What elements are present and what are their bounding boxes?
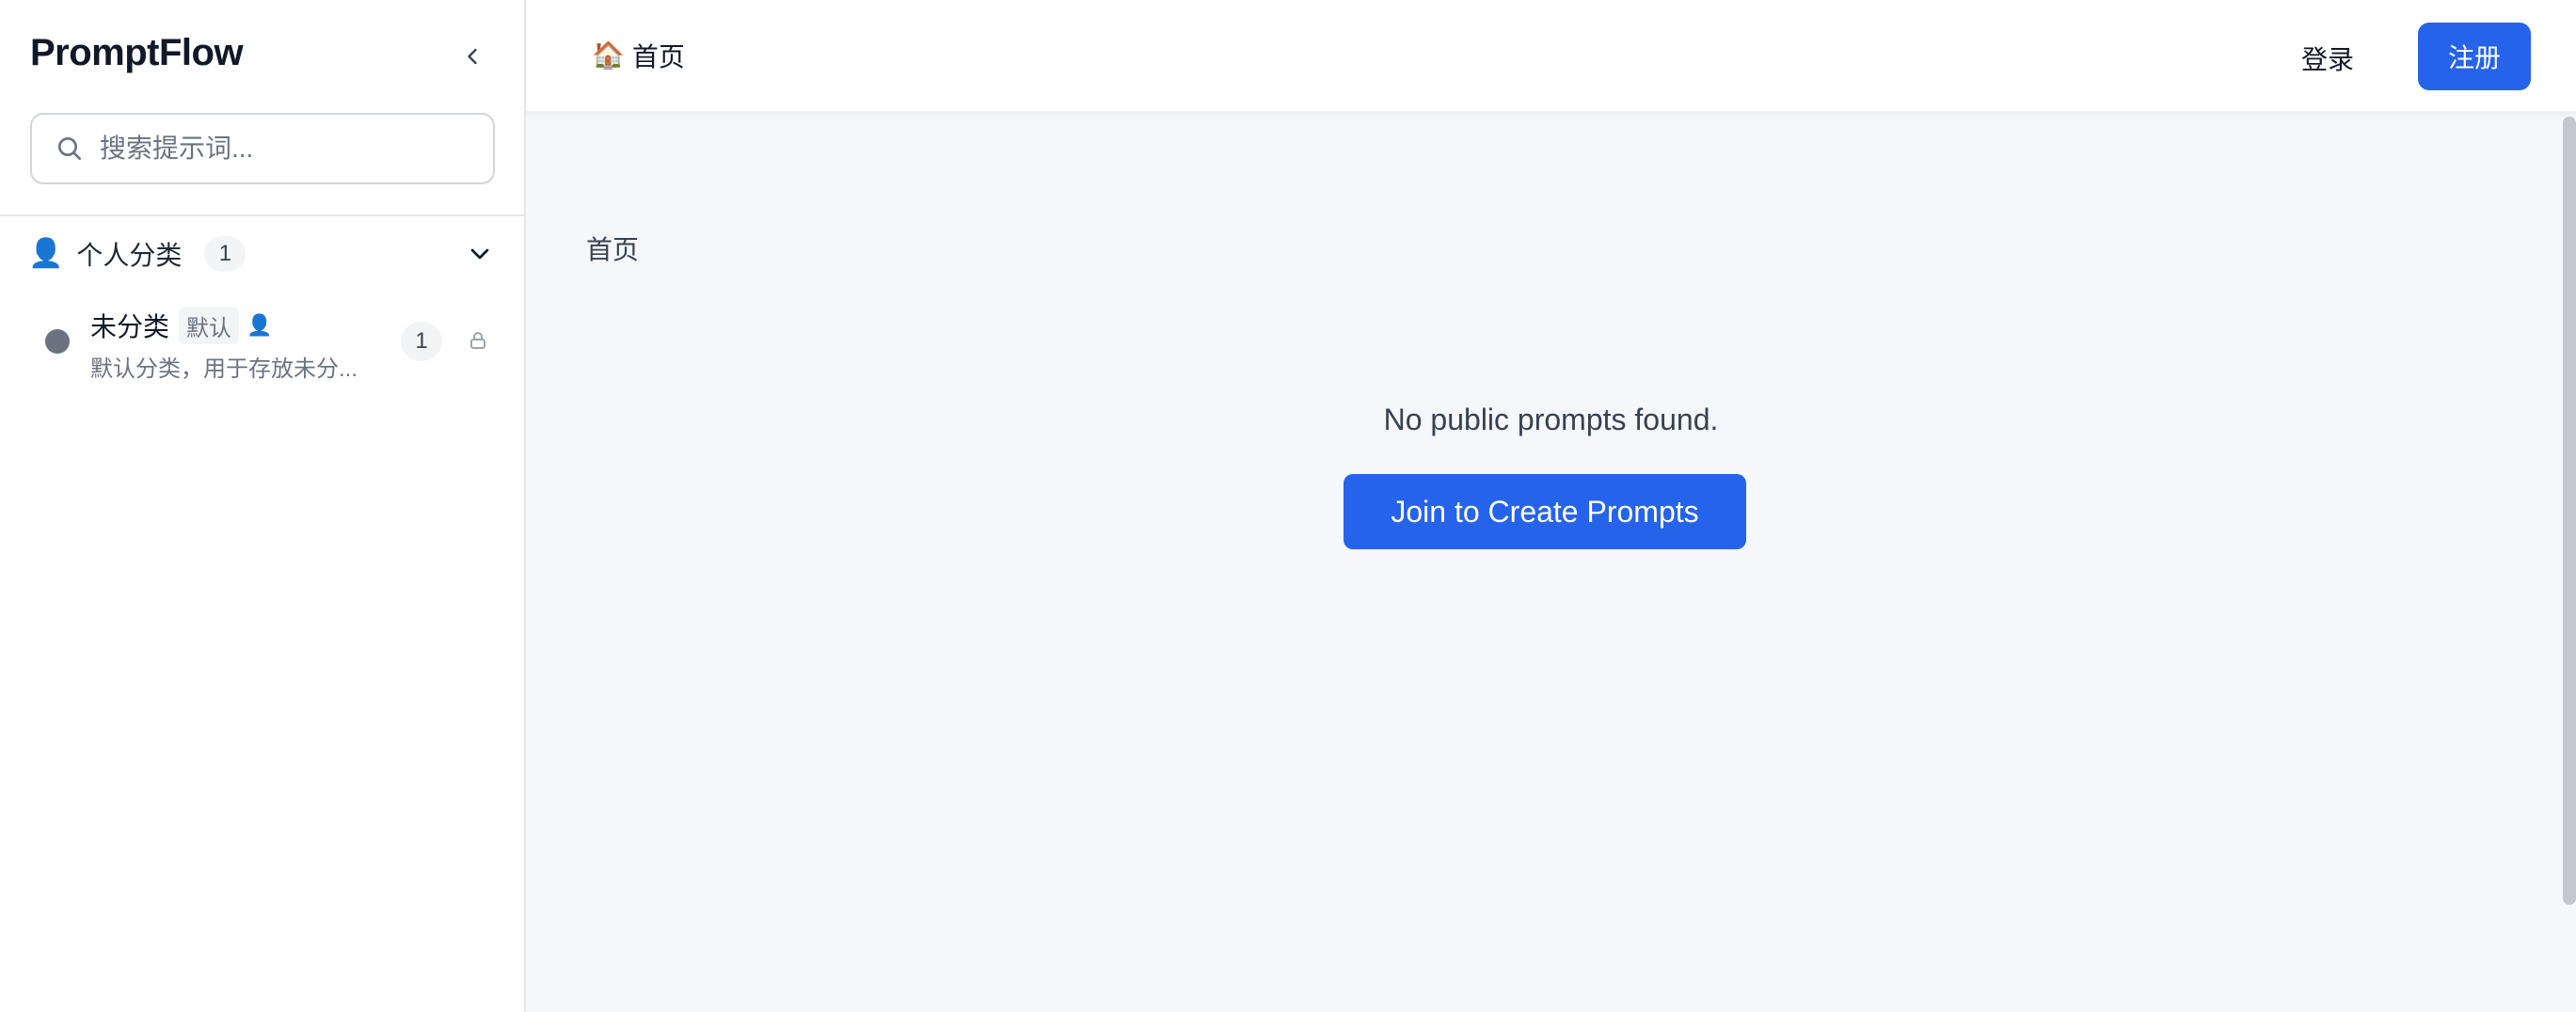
register-button[interactable]: 注册	[2418, 23, 2531, 90]
sidebar: PromptFlow 👤 个人分类 1 未分类 默认 👤	[0, 0, 526, 1012]
search-icon	[55, 134, 85, 164]
main-content: 🏠 首页 登录 注册 首页 No public prompts found. J…	[526, 0, 2576, 1012]
search-box	[30, 113, 495, 184]
default-badge: 默认	[179, 307, 240, 344]
category-color-dot	[45, 329, 70, 354]
login-button[interactable]: 登录	[2290, 32, 2365, 85]
chevron-left-icon	[468, 48, 477, 65]
category-name-row: 未分类 默认 👤	[90, 307, 272, 344]
person-icon: 👤	[28, 238, 64, 269]
sidebar-divider	[0, 214, 524, 216]
group-count-badge: 1	[204, 236, 246, 272]
category-name: 未分类	[90, 312, 170, 341]
breadcrumb-home[interactable]: 🏠 首页	[592, 37, 685, 74]
chevron-down-icon[interactable]	[465, 239, 495, 269]
category-item[interactable]: 未分类 默认 👤 默认分类，用于存放未分... 1	[28, 301, 499, 386]
person-icon: 👤	[246, 313, 273, 337]
app: PromptFlow 👤 个人分类 1 未分类 默认 👤	[0, 0, 2576, 1012]
category-description: 默认分类，用于存放未分...	[90, 356, 358, 382]
brand-logo: PromptFlow	[30, 32, 244, 73]
group-label: 个人分类	[76, 241, 183, 270]
group-header-personal[interactable]: 👤 个人分类 1	[28, 233, 499, 275]
join-create-prompts-button[interactable]: Join to Create Prompts	[1344, 474, 1746, 549]
lock-icon	[467, 329, 491, 354]
collapse-sidebar-button[interactable]	[452, 36, 493, 77]
top-bar: 🏠 首页 登录 注册	[526, 0, 2576, 113]
category-count-badge: 1	[401, 322, 442, 361]
scrollbar[interactable]	[2563, 117, 2576, 905]
page-title: 首页	[586, 235, 640, 264]
home-icon: 🏠	[592, 40, 625, 70]
empty-state-message: No public prompts found.	[1383, 403, 1719, 436]
search-input[interactable]	[100, 134, 476, 164]
breadcrumb-home-label: 首页	[631, 42, 685, 71]
